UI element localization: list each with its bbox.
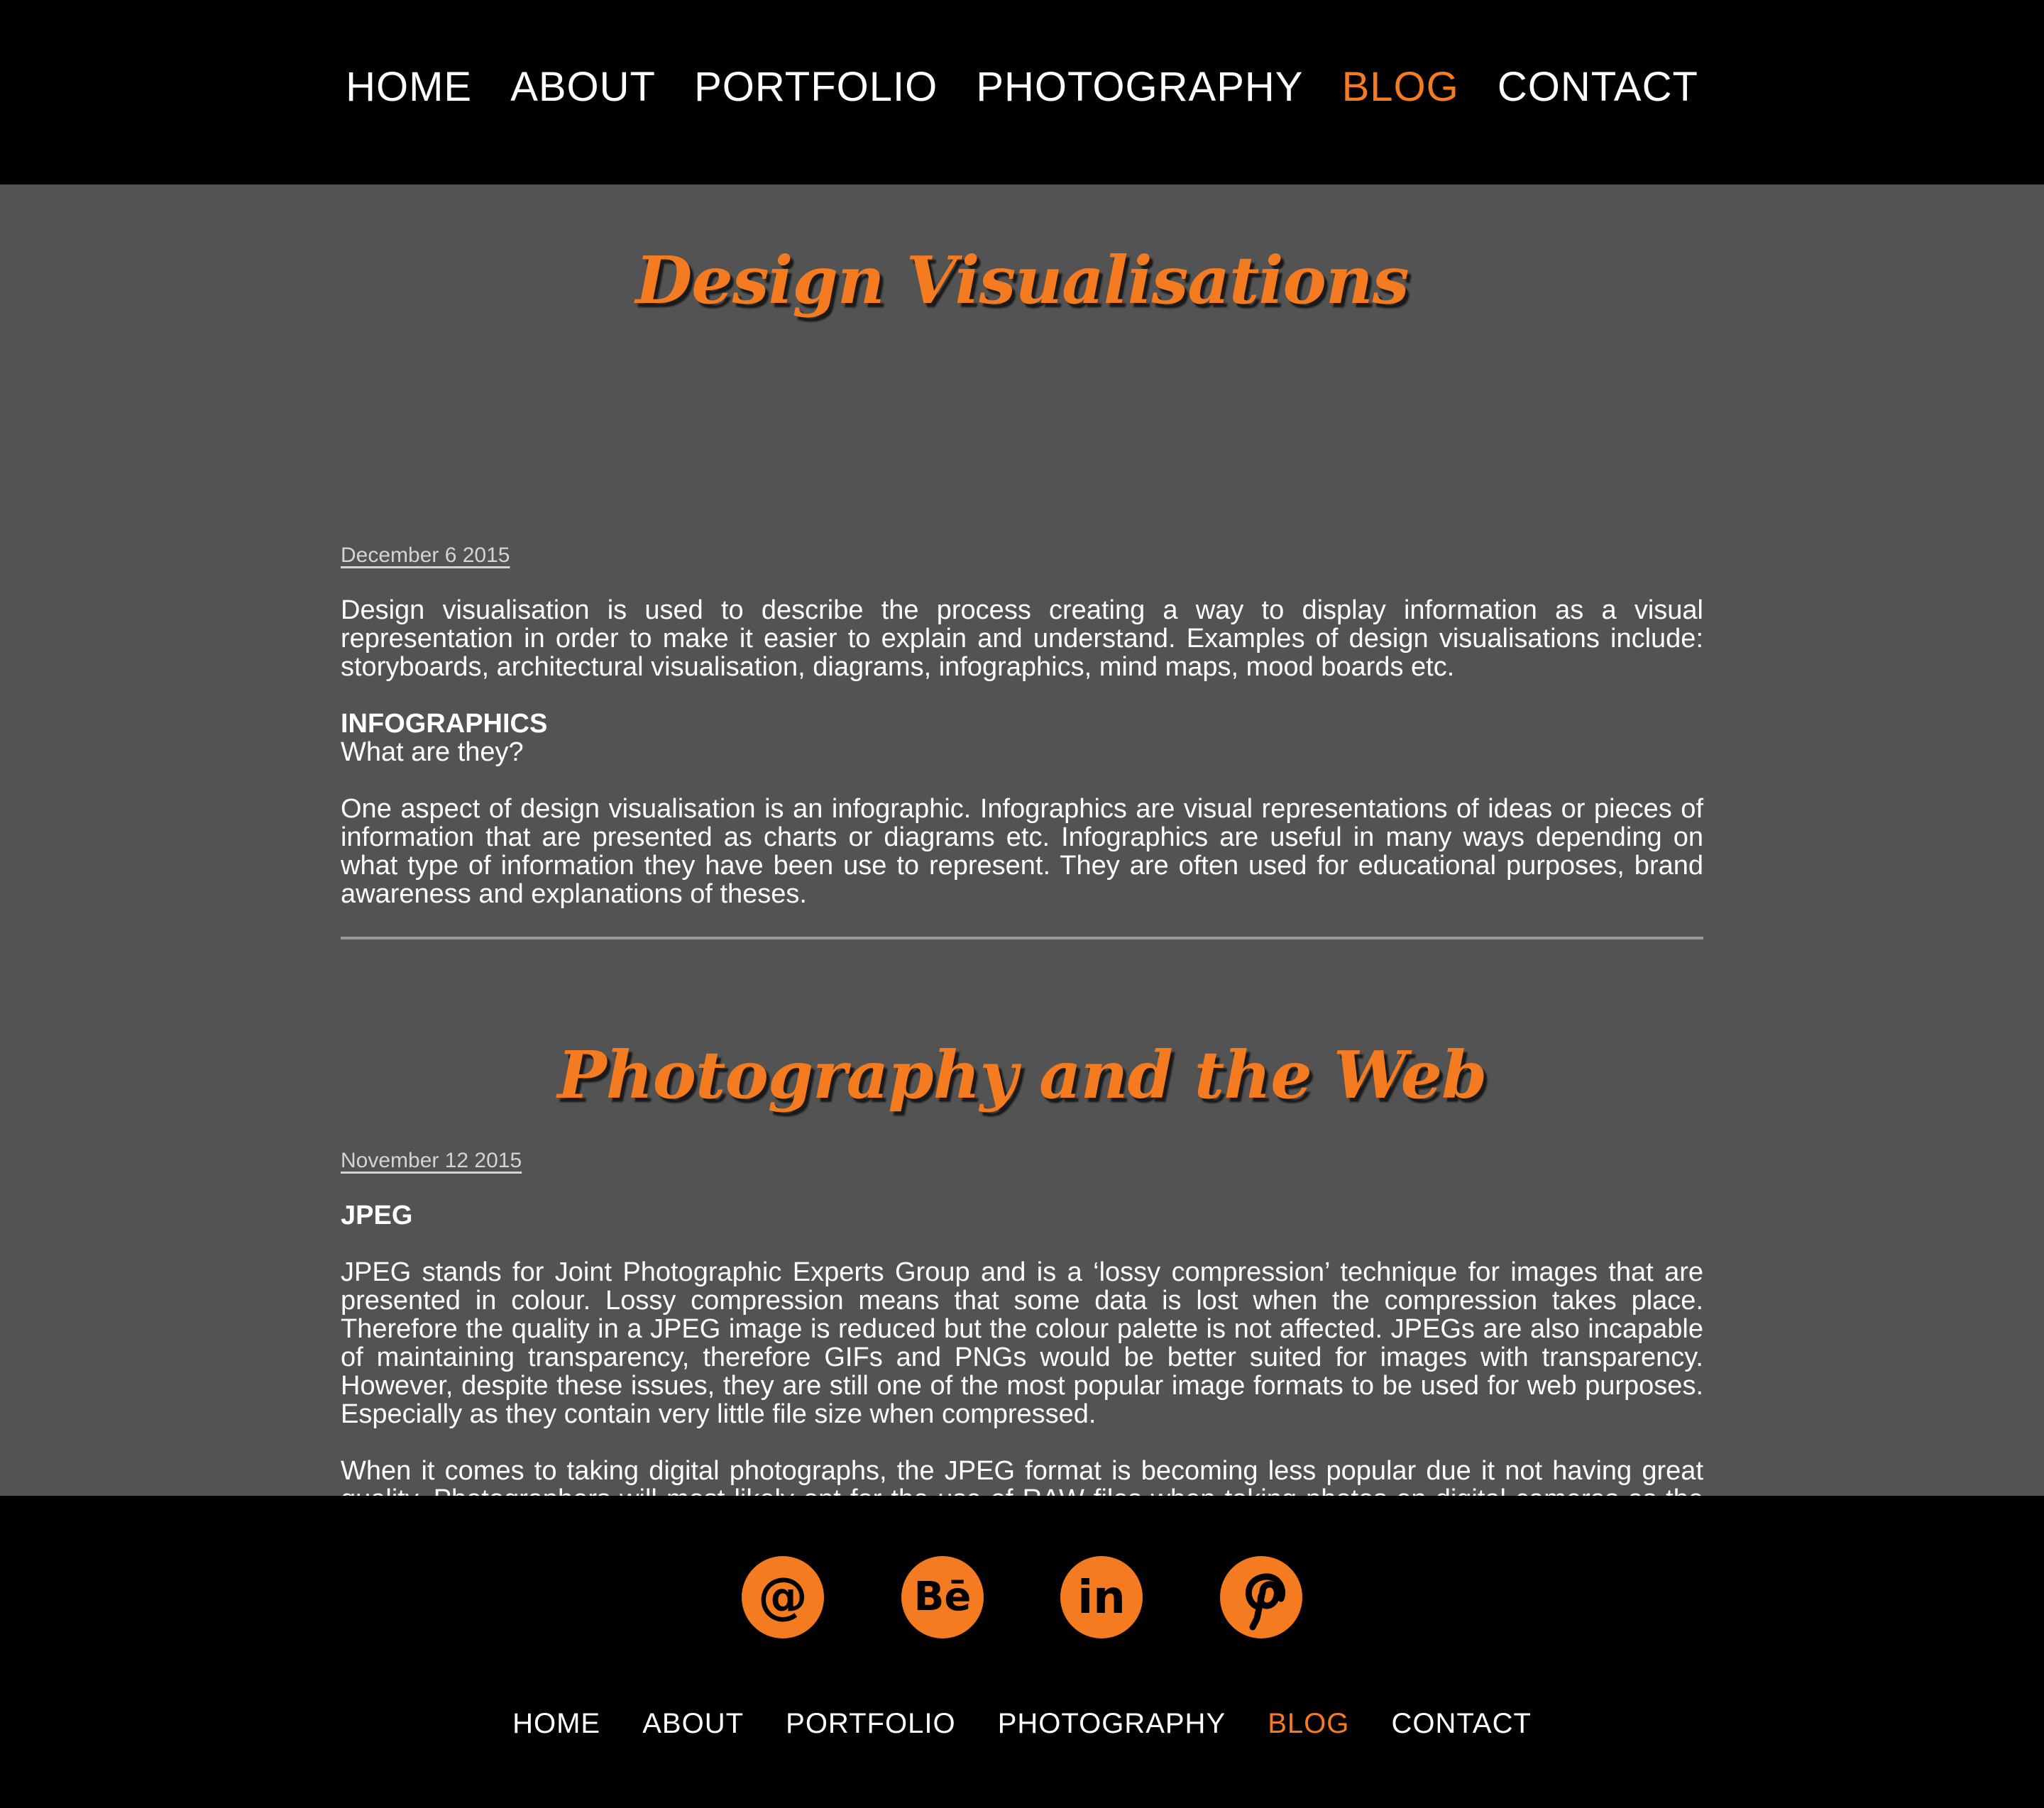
svg-text:in: in bbox=[1077, 1572, 1126, 1624]
post-divider bbox=[341, 937, 1703, 939]
email-icon-glyph: @ bbox=[758, 1567, 808, 1625]
nav-portfolio[interactable]: PORTFOLIO bbox=[694, 60, 938, 114]
post-intro-wrap: Design visualisation is used to describe… bbox=[341, 596, 1703, 681]
post-question: What are they? bbox=[341, 737, 524, 767]
post-date-wrap: November 12 2015 bbox=[341, 1148, 1703, 1174]
blog-post-photography-web: Photography and the Web bbox=[341, 1032, 1703, 1118]
post-body2-wrap: When it comes to taking digital photogra… bbox=[341, 1457, 1703, 1496]
post-title: Photography and the Web bbox=[557, 1037, 1488, 1113]
post-date-wrap: December 6 2015 bbox=[341, 543, 1703, 568]
pinterest-icon-glyph bbox=[1245, 1573, 1285, 1631]
nav-contact[interactable]: CONTACT bbox=[1498, 60, 1698, 114]
nav-home[interactable]: HOME bbox=[346, 60, 472, 114]
footer-nav-about[interactable]: ABOUT bbox=[642, 1706, 744, 1741]
footer-nav-home[interactable]: HOME bbox=[512, 1706, 600, 1741]
footer-nav-portfolio[interactable]: PORTFOLIO bbox=[786, 1706, 955, 1741]
post-body-wrap: One aspect of design visualisation is an… bbox=[341, 795, 1703, 908]
blog-main: Design Visualisations December 6 2015 De… bbox=[0, 184, 2044, 1496]
footer-nav-contact[interactable]: CONTACT bbox=[1392, 1706, 1532, 1741]
footer-nav-blog[interactable]: BLOG bbox=[1268, 1706, 1349, 1741]
post-body-2: When it comes to taking digital photogra… bbox=[341, 1456, 1703, 1496]
linkedin-icon[interactable]: in bbox=[1060, 1556, 1143, 1638]
behance-icon-glyph: Bē bbox=[913, 1574, 971, 1620]
nav-about[interactable]: ABOUT bbox=[510, 60, 656, 114]
post-intro: Design visualisation is used to describe… bbox=[341, 595, 1703, 682]
pinterest-icon[interactable] bbox=[1219, 1556, 1302, 1638]
post-title: Design Visualisations bbox=[635, 242, 1409, 319]
footer-nav: HOME ABOUT PORTFOLIO PHOTOGRAPHY BLOG CO… bbox=[0, 1706, 2044, 1741]
email-icon[interactable]: @ bbox=[742, 1556, 825, 1638]
post-date[interactable]: November 12 2015 bbox=[341, 1148, 522, 1174]
nav-blog[interactable]: BLOG bbox=[1342, 60, 1459, 114]
post-subheading-wrap: JPEG bbox=[341, 1201, 1703, 1230]
blog-post-design-visualisations: Design Visualisations bbox=[341, 238, 1703, 323]
post-subheading: INFOGRAPHICS bbox=[341, 709, 548, 739]
svg-text:@: @ bbox=[758, 1567, 808, 1625]
post-body: One aspect of design visualisation is an… bbox=[341, 794, 1703, 909]
nav-photography[interactable]: PHOTOGRAPHY bbox=[976, 60, 1303, 114]
social-links: @ Bē in bbox=[0, 1556, 2044, 1638]
linkedin-icon-glyph: in bbox=[1077, 1572, 1126, 1624]
post-body1-wrap: JPEG stands for Joint Photographic Exper… bbox=[341, 1258, 1703, 1428]
behance-icon[interactable]: Bē bbox=[901, 1556, 984, 1638]
svg-text:Bē: Bē bbox=[913, 1574, 971, 1620]
post-subheading: JPEG bbox=[341, 1201, 413, 1230]
footer-nav-photography[interactable]: PHOTOGRAPHY bbox=[998, 1706, 1226, 1741]
site-header: HOME ABOUT PORTFOLIO PHOTOGRAPHY BLOG CO… bbox=[0, 0, 2044, 184]
site-footer: @ Bē in HOME ABOUT PORTFOLIO PHOTOGRAPHY… bbox=[0, 1496, 2044, 1808]
post-subheading-wrap: INFOGRAPHICS What are they? bbox=[341, 710, 1703, 766]
top-nav: HOME ABOUT PORTFOLIO PHOTOGRAPHY BLOG CO… bbox=[0, 60, 2044, 114]
post-date[interactable]: December 6 2015 bbox=[341, 543, 510, 568]
post-body-1: JPEG stands for Joint Photographic Exper… bbox=[341, 1257, 1703, 1429]
